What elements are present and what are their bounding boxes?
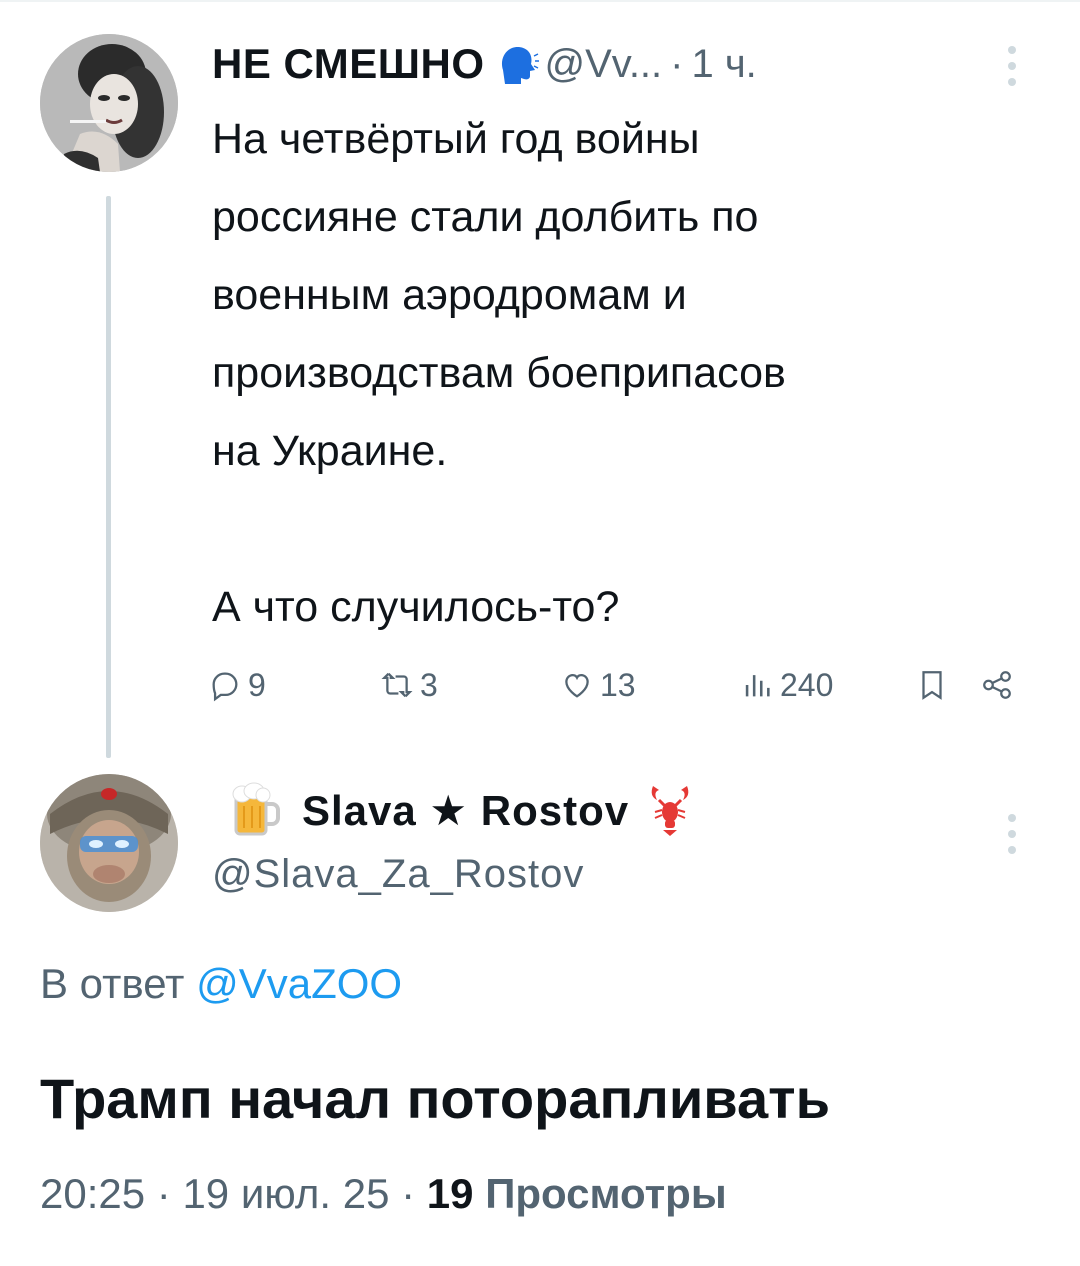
views-icon	[745, 675, 770, 697]
more-icon[interactable]	[1000, 38, 1024, 94]
author-handle[interactable]: @Vv...	[545, 42, 663, 87]
speaking-head-icon	[495, 42, 539, 86]
tweet-text: На четвёртый год войны россияне стали до…	[212, 115, 786, 631]
reply-prefix: В ответ	[40, 960, 185, 1007]
parent-tweet-header: НЕ СМЕШНО @Vv... · 1 ч.	[212, 38, 757, 90]
views-button[interactable]: 240	[740, 660, 833, 710]
reply-author-handle[interactable]: @Slava_Za_Rostov	[212, 852, 584, 897]
retweet-button[interactable]: 3	[380, 660, 438, 710]
more-icon[interactable]	[1000, 806, 1024, 862]
reply-tweet-header: Slava ★ Rostov	[230, 780, 693, 840]
like-count: 13	[600, 666, 636, 703]
tweet-actions-bar: 9 3 13 240	[200, 660, 1030, 710]
tweet-time[interactable]: 1 ч.	[691, 42, 756, 87]
reply-tweet-text: Трамп начал поторапливать	[40, 1067, 830, 1130]
top-divider	[0, 0, 1080, 2]
reply-author-name[interactable]: Slava ★ Rostov	[302, 786, 629, 835]
separator-dot: ·	[670, 41, 684, 86]
tweet-meta: 20:25 · 19 июл. 25 · 19 Просмотры	[40, 1170, 727, 1218]
reply-author-avatar[interactable]	[40, 774, 178, 912]
reply-icon	[212, 672, 238, 702]
separator-dot: ·	[156, 1170, 171, 1217]
retweet-count: 3	[420, 666, 438, 703]
like-button[interactable]: 13	[560, 660, 636, 710]
views-count: 19	[426, 1170, 474, 1217]
share-icon	[983, 671, 1011, 699]
avatar-portrait-image	[40, 34, 178, 172]
like-icon	[565, 673, 589, 698]
separator-dot: ·	[401, 1170, 416, 1217]
reply-context: В ответ @VvaZOO	[40, 960, 402, 1008]
author-name[interactable]: НЕ СМЕШНО	[212, 40, 485, 88]
share-button[interactable]	[980, 660, 1020, 710]
tweet-date[interactable]: 19 июл. 25	[182, 1170, 389, 1217]
author-avatar[interactable]	[40, 34, 178, 172]
retweet-icon	[381, 672, 413, 698]
bookmark-button[interactable]	[915, 660, 955, 710]
avatar-monkey-image	[40, 774, 178, 912]
bookmark-icon	[922, 671, 942, 700]
views-count: 240	[780, 666, 834, 703]
views-label[interactable]: Просмотры	[485, 1170, 727, 1217]
thread-connector-line	[106, 196, 111, 758]
reply-button[interactable]: 9	[208, 660, 266, 710]
beer-icon	[232, 782, 280, 836]
reply-count: 9	[248, 666, 266, 703]
reply-mention-link[interactable]: @VvaZOO	[196, 960, 402, 1007]
lobster-icon	[651, 786, 689, 836]
tweet-time[interactable]: 20:25	[40, 1170, 145, 1217]
